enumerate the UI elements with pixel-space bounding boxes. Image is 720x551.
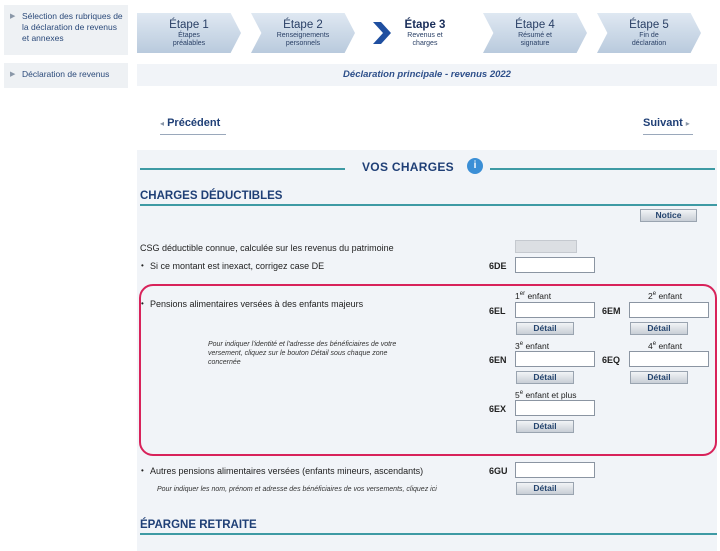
- chevron-right-icon: ▸: [685, 119, 690, 128]
- next-underline: [643, 134, 693, 135]
- chevron-right-icon: ▶: [10, 13, 16, 20]
- step-title: Étape 2: [283, 19, 323, 31]
- heading-underline: [140, 204, 717, 206]
- step-subtitle: Renseignements personnels: [276, 32, 330, 47]
- detail-button-6ex[interactable]: Détail: [516, 420, 574, 433]
- detail-button-6el[interactable]: Détail: [516, 322, 574, 335]
- step-title: Étape 3: [404, 19, 446, 31]
- child-2-label: 2e enfant: [648, 291, 683, 301]
- input-6en[interactable]: [515, 351, 595, 367]
- csg-bullet-label: Si ce montant est inexact, corrigez case…: [150, 261, 325, 271]
- step-4[interactable]: Étape 4 Résumé et signature: [483, 13, 587, 53]
- csg-readonly-field: [515, 240, 577, 253]
- sidebar-item-declaration-revenus[interactable]: ▶ Déclaration de revenus: [4, 63, 128, 88]
- section-title: VOS CHARGES: [362, 160, 454, 174]
- step-title: Étape 1: [169, 19, 209, 31]
- detail-button-6em[interactable]: Détail: [630, 322, 688, 335]
- previous-underline: [160, 134, 226, 135]
- step-subtitle: Étapes préalables: [172, 32, 206, 47]
- step-title: Étape 5: [629, 19, 669, 31]
- previous-link[interactable]: ◂ Précédent: [160, 117, 220, 129]
- pensions-majeurs-label: Pensions alimentaires versées à des enfa…: [150, 299, 364, 309]
- step-title: Étape 4: [515, 19, 555, 31]
- code-6em: 6EM: [602, 306, 621, 316]
- autres-pensions-label: Autres pensions alimentaires versées (en…: [150, 466, 424, 476]
- sidebar-item-label: Sélection des rubriques de la déclaratio…: [22, 11, 123, 43]
- section-divider: [140, 168, 345, 170]
- input-6de[interactable]: [515, 257, 595, 273]
- bullet-icon: •: [141, 261, 144, 270]
- code-6el: 6EL: [489, 306, 506, 316]
- step-subtitle: Fin de déclaration: [631, 32, 667, 47]
- chevron-left-icon: ◂: [160, 119, 165, 128]
- step-subtitle: Résumé et signature: [518, 32, 552, 47]
- next-link[interactable]: Suivant ▸: [643, 117, 690, 129]
- notice-button[interactable]: Notice: [640, 209, 697, 222]
- input-6el[interactable]: [515, 302, 595, 318]
- input-6ex[interactable]: [515, 400, 595, 416]
- code-6de: 6DE: [489, 261, 507, 271]
- step-3: Étape 3 Revenus et charges: [373, 13, 477, 53]
- child-4-label: 4e enfant: [648, 341, 683, 351]
- child-5-label: 5e enfant et plus: [515, 390, 577, 400]
- section-divider: [490, 168, 715, 170]
- step-5[interactable]: Étape 5 Fin de déclaration: [597, 13, 701, 53]
- chevron-right-icon: ▶: [10, 71, 16, 78]
- detail-button-6eq[interactable]: Détail: [630, 371, 688, 384]
- step-1[interactable]: Étape 1 Étapes préalables: [137, 13, 241, 53]
- pensions-majeurs-help: Pour indiquer l'identité et l'adresse de…: [208, 341, 397, 366]
- csg-label: CSG déductible connue, calculée sur les …: [140, 243, 394, 253]
- step-2[interactable]: Étape 2 Renseignements personnels: [251, 13, 355, 53]
- previous-label: Précédent: [167, 117, 221, 129]
- sidebar-item-selection-rubriques[interactable]: ▶ Sélection des rubriques de la déclarat…: [4, 5, 128, 55]
- bullet-icon: •: [141, 466, 144, 475]
- step-progress-bar: Étape 1 Étapes préalables Étape 2 Rensei…: [137, 10, 717, 56]
- input-6gu[interactable]: [515, 462, 595, 478]
- code-6ex: 6EX: [489, 404, 507, 414]
- input-6eq[interactable]: [629, 351, 709, 367]
- heading-underline: [140, 533, 717, 535]
- child-1-label: 1er enfant: [515, 291, 552, 301]
- step-subtitle: Revenus et charges: [407, 32, 443, 47]
- code-6en: 6EN: [489, 355, 507, 365]
- child-3-label: 3e enfant: [515, 341, 550, 351]
- declaration-title: Déclaration principale - revenus 2022: [137, 64, 717, 86]
- info-icon[interactable]: i: [467, 158, 483, 174]
- epargne-retraite-heading: ÉPARGNE RETRAITE: [140, 519, 257, 531]
- sidebar-item-label: Déclaration de revenus: [22, 69, 110, 79]
- charges-deductibles-heading: CHARGES DÉDUCTIBLES: [140, 190, 283, 202]
- next-label: Suivant: [643, 117, 683, 129]
- detail-button-6en[interactable]: Détail: [516, 371, 574, 384]
- detail-button-6gu[interactable]: Détail: [516, 482, 574, 495]
- bullet-icon: •: [141, 299, 144, 308]
- code-6eq: 6EQ: [602, 355, 621, 365]
- input-6em[interactable]: [629, 302, 709, 318]
- code-6gu: 6GU: [489, 466, 508, 476]
- autres-pensions-help: Pour indiquer les nom, prénom et adresse…: [157, 486, 437, 493]
